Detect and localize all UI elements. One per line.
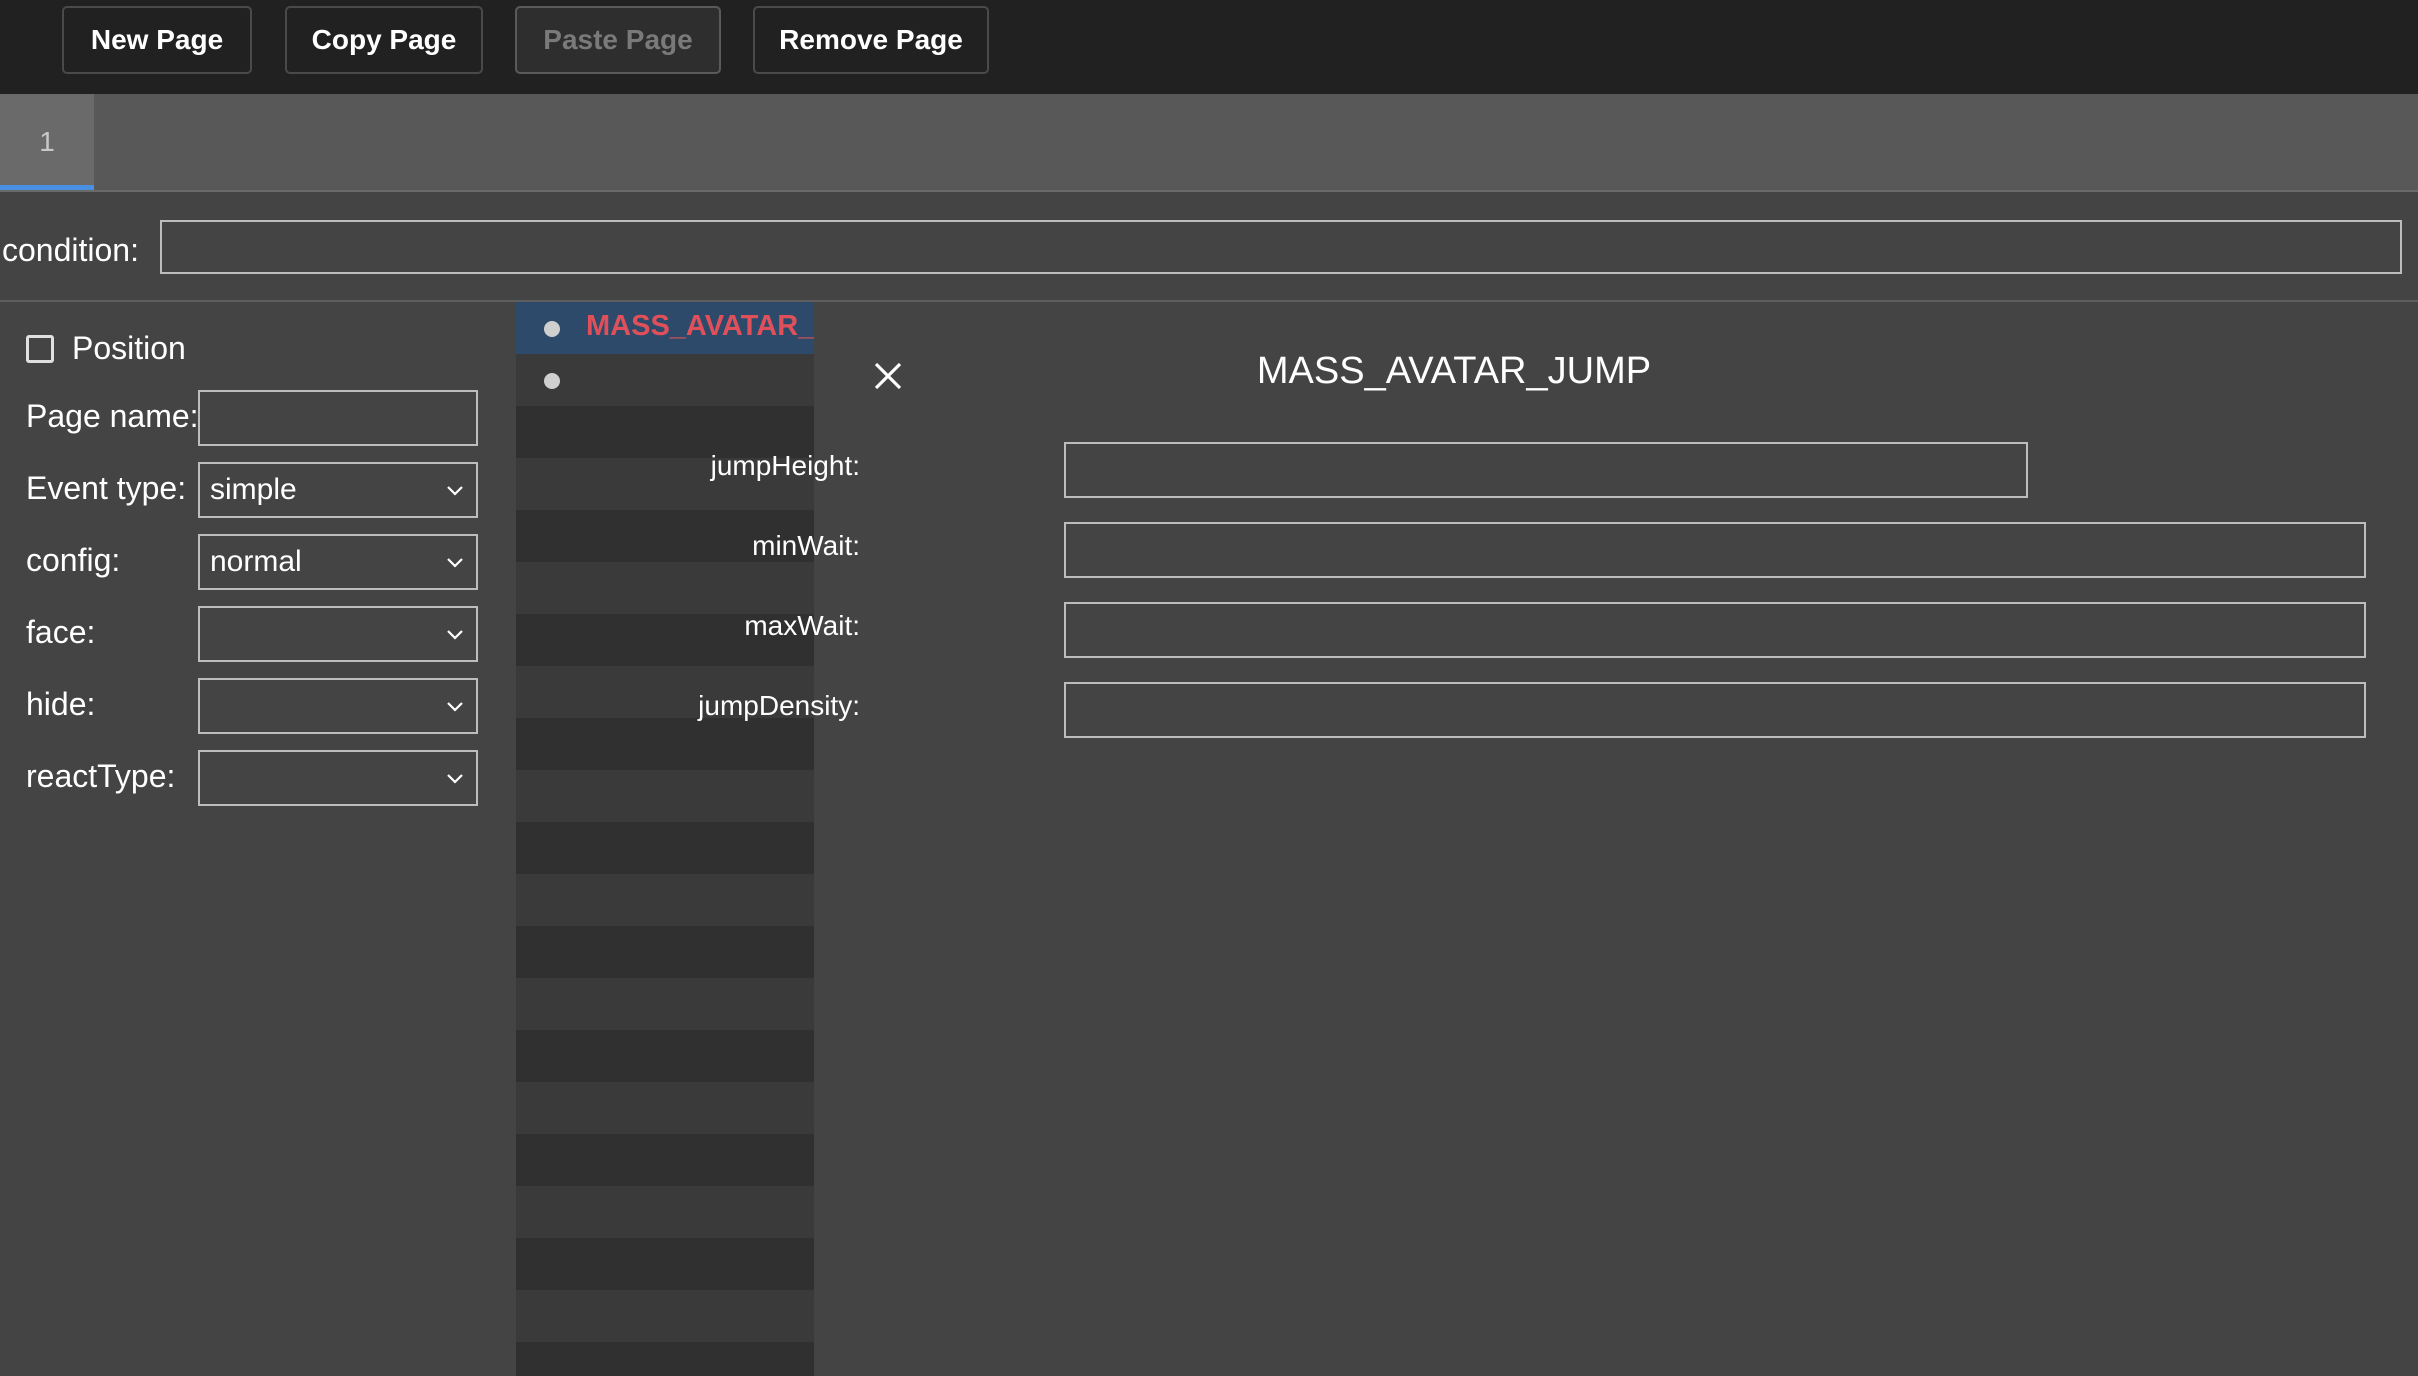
face-select[interactable] <box>198 606 478 662</box>
condition-row: condition: <box>0 192 2418 302</box>
empty-list-row <box>516 1030 814 1082</box>
jump-height-input[interactable] <box>1064 442 2028 498</box>
hide-select[interactable] <box>198 678 478 734</box>
react-type-label: reactType: <box>26 758 176 794</box>
position-checkbox-row[interactable]: Position <box>26 330 186 367</box>
empty-list-row <box>516 1342 814 1376</box>
min-wait-label: minWait: <box>752 530 860 561</box>
config-value: normal <box>210 545 302 578</box>
tab-label: 1 <box>39 126 55 157</box>
react-type-select[interactable] <box>198 750 478 806</box>
empty-list-row <box>516 822 814 874</box>
new-page-button[interactable]: New Page <box>62 6 252 74</box>
position-checkbox[interactable] <box>26 334 54 363</box>
jump-density-input[interactable] <box>1064 682 2366 738</box>
page-tab-bar: 1 <box>0 94 2418 192</box>
chevron-down-icon <box>447 630 463 640</box>
empty-list-row <box>516 562 814 614</box>
max-wait-input[interactable] <box>1064 602 2366 658</box>
event-type-select[interactable]: simple <box>198 462 478 518</box>
page-name-input[interactable] <box>198 390 478 446</box>
jump-density-label: jumpDensity: <box>698 690 860 721</box>
list-item[interactable]: MASS_AVATAR_JUMP <box>516 302 814 354</box>
condition-label: condition: <box>2 232 139 268</box>
empty-list-row <box>516 1290 814 1342</box>
max-wait-label: maxWait: <box>744 610 860 641</box>
jump-height-label: jumpHeight: <box>710 450 860 481</box>
list-item-label: MASS_AVATAR_JUMP <box>586 310 814 342</box>
min-wait-input[interactable] <box>1064 522 2366 578</box>
active-tab-indicator <box>0 185 94 190</box>
paste-page-button[interactable]: Paste Page <box>515 6 721 74</box>
toolbar: New Page Copy Page Paste Page Remove Pag… <box>0 0 2418 94</box>
detail-panel: MASS_AVATAR_JUMP jumpHeight: minWait: ma… <box>698 302 2418 1376</box>
page-name-label: Page name: <box>26 398 199 434</box>
empty-list-row <box>516 1134 814 1186</box>
config-label: config: <box>26 542 121 578</box>
position-label: Position <box>72 330 186 366</box>
empty-list-row <box>516 1186 814 1238</box>
tab-page-1[interactable]: 1 <box>0 94 94 190</box>
bullet-icon <box>544 321 560 337</box>
detail-title: MASS_AVATAR_JUMP <box>1256 350 1652 392</box>
empty-list-row <box>516 874 814 926</box>
face-label: face: <box>26 614 96 650</box>
chevron-down-icon <box>447 774 463 784</box>
config-select[interactable]: normal <box>198 534 478 590</box>
close-icon[interactable] <box>868 356 908 396</box>
chevron-down-icon <box>447 702 463 712</box>
remove-page-button[interactable]: Remove Page <box>753 6 989 74</box>
empty-list-row <box>516 770 814 822</box>
event-type-value: simple <box>210 473 297 506</box>
list-item[interactable] <box>516 354 814 406</box>
empty-list-row <box>516 978 814 1030</box>
chevron-down-icon <box>447 486 463 496</box>
page-settings-panel: Position Page name: Event type: simple c… <box>0 302 516 1376</box>
chevron-down-icon <box>447 558 463 568</box>
app-window: New Page Copy Page Paste Page Remove Pag… <box>0 0 2418 1376</box>
empty-list-row <box>516 1238 814 1290</box>
condition-input[interactable] <box>160 220 2402 274</box>
empty-list-row <box>516 718 814 770</box>
empty-list-row <box>516 1082 814 1134</box>
empty-list-row <box>516 926 814 978</box>
event-type-label: Event type: <box>26 470 187 506</box>
copy-page-button[interactable]: Copy Page <box>285 6 483 74</box>
bullet-icon <box>544 373 560 389</box>
hide-label: hide: <box>26 686 96 722</box>
